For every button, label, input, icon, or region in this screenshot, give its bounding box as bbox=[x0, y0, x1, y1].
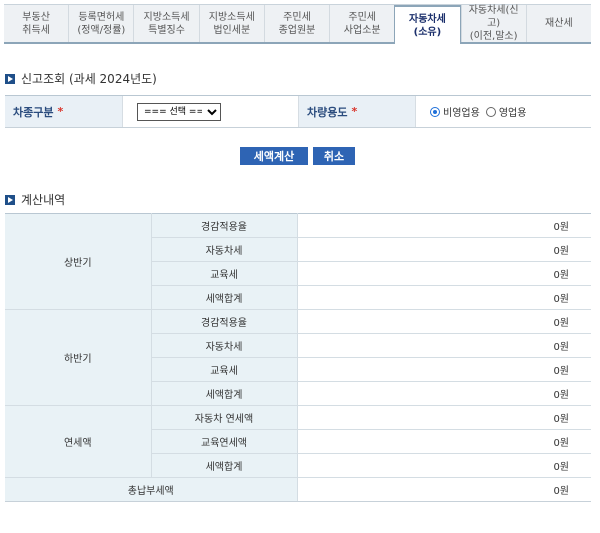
tab-8[interactable]: 재산세 bbox=[525, 5, 591, 42]
result-section-title: 계산내역 bbox=[5, 191, 65, 208]
group-label: 상반기 bbox=[5, 213, 152, 310]
row-label: 자동차세 bbox=[151, 333, 298, 358]
row-label: 세액합계 bbox=[151, 453, 298, 478]
table-row: 상반기 경감적용율 0원 bbox=[5, 213, 591, 310]
tab-label: 주민세 종업원분 bbox=[278, 11, 316, 36]
tab-label: 부동산 취득세 bbox=[22, 11, 50, 36]
tab-label: 자동차세 (소유) bbox=[409, 13, 446, 38]
vehicle-type-cell: === 선택 === bbox=[122, 96, 298, 127]
vehicle-use-header: 차량용도 * bbox=[298, 96, 415, 127]
tax-type-tabs: 부동산 취득세 등록면허세 (정액/정률) 지방소득세 특별징수 지방소득세 법인세분… bbox=[4, 4, 591, 44]
radio-button-icon[interactable] bbox=[430, 106, 440, 117]
radio-button-icon[interactable] bbox=[485, 106, 496, 117]
vehicle-use-radio-0[interactable]: 비영업용 bbox=[430, 104, 480, 119]
result-table: 상반기 경감적용율 0원 자동차세 0원 교육세 0원 세액합계 0원 하반기 경감적용율 0원 자동차… bbox=[5, 213, 591, 502]
row-label: 교육세 bbox=[151, 261, 298, 286]
total-row: 총납부세액 0원 bbox=[5, 477, 591, 502]
required-mark: * bbox=[351, 105, 358, 118]
group-label: 연세액 bbox=[5, 405, 152, 478]
tab-label: 자동차세(신고) (이전,말소) bbox=[468, 5, 519, 42]
row-label: 자동차세 bbox=[151, 237, 298, 262]
row-value: 0원 bbox=[297, 453, 591, 478]
tab-2[interactable]: 지방소득세 특별징수 bbox=[133, 5, 199, 42]
tab-5[interactable]: 주민세 사업소분 bbox=[329, 5, 395, 42]
row-value: 0원 bbox=[297, 309, 591, 334]
cancel-button[interactable]: 취소 bbox=[313, 147, 355, 165]
calculate-button[interactable]: 세액계산 bbox=[240, 147, 308, 165]
total-label: 총납부세액 bbox=[5, 477, 298, 502]
vehicle-type-header: 차종구분 * bbox=[5, 96, 122, 127]
row-value: 0원 bbox=[297, 381, 591, 406]
tab-1[interactable]: 등록면허세 (정액/정률) bbox=[68, 5, 134, 42]
row-label: 경감적용율 bbox=[151, 309, 298, 334]
table-row: 연세액 자동차 연세액 0원 bbox=[5, 405, 591, 478]
radio-label: 영업용 bbox=[498, 108, 527, 119]
arrow-box-icon bbox=[5, 194, 15, 205]
query-form: 차종구분 * === 선택 === 차량용도 * 비영업용 영업용 bbox=[5, 95, 591, 128]
row-value: 0원 bbox=[297, 357, 591, 382]
table-row: 하반기 경감적용율 0원 bbox=[5, 309, 591, 406]
tab-3[interactable]: 지방소득세 법인세분 bbox=[198, 5, 264, 42]
row-value: 0원 bbox=[297, 213, 591, 238]
row-label: 교육연세액 bbox=[151, 429, 298, 454]
row-value: 0원 bbox=[297, 237, 591, 262]
tab-4[interactable]: 주민세 종업원분 bbox=[263, 5, 330, 42]
tab-7[interactable]: 자동차세(신고) (이전,말소) bbox=[460, 5, 526, 42]
vehicle-type-select[interactable]: === 선택 === bbox=[137, 102, 221, 121]
vehicle-use-radio-1[interactable]: 영업용 bbox=[485, 104, 527, 119]
tab-6[interactable]: 자동차세 (소유) bbox=[394, 5, 461, 44]
row-value: 0원 bbox=[297, 333, 591, 358]
group-label: 하반기 bbox=[5, 309, 152, 406]
arrow-box-icon bbox=[5, 73, 15, 84]
row-label: 세액합계 bbox=[151, 381, 298, 406]
row-label: 교육세 bbox=[151, 357, 298, 382]
tab-0[interactable]: 부동산 취득세 bbox=[4, 5, 69, 42]
total-value: 0원 bbox=[297, 477, 591, 502]
row-label: 경감적용율 bbox=[151, 213, 298, 238]
row-label: 세액합계 bbox=[151, 285, 298, 310]
radio-label: 비영업용 bbox=[443, 108, 480, 119]
query-section-title: 신고조회 (과세 2024년도) bbox=[5, 70, 157, 87]
tab-label: 지방소득세 법인세분 bbox=[208, 11, 255, 36]
vehicle-use-cell: 비영업용 영업용 bbox=[415, 96, 591, 127]
row-label: 자동차 연세액 bbox=[151, 405, 298, 430]
tab-label: 등록면허세 (정액/정률) bbox=[77, 11, 126, 36]
tab-label: 지방소득세 특별징수 bbox=[143, 11, 190, 36]
tab-label: 재산세 bbox=[545, 18, 573, 29]
result-title: 계산내역 bbox=[21, 193, 66, 207]
row-value: 0원 bbox=[297, 429, 591, 454]
required-mark: * bbox=[57, 105, 64, 118]
query-title: 신고조회 (과세 2024년도) bbox=[21, 72, 157, 86]
row-value: 0원 bbox=[297, 405, 591, 430]
row-value: 0원 bbox=[297, 285, 591, 310]
row-value: 0원 bbox=[297, 261, 591, 286]
tab-label: 주민세 사업소분 bbox=[343, 11, 381, 36]
